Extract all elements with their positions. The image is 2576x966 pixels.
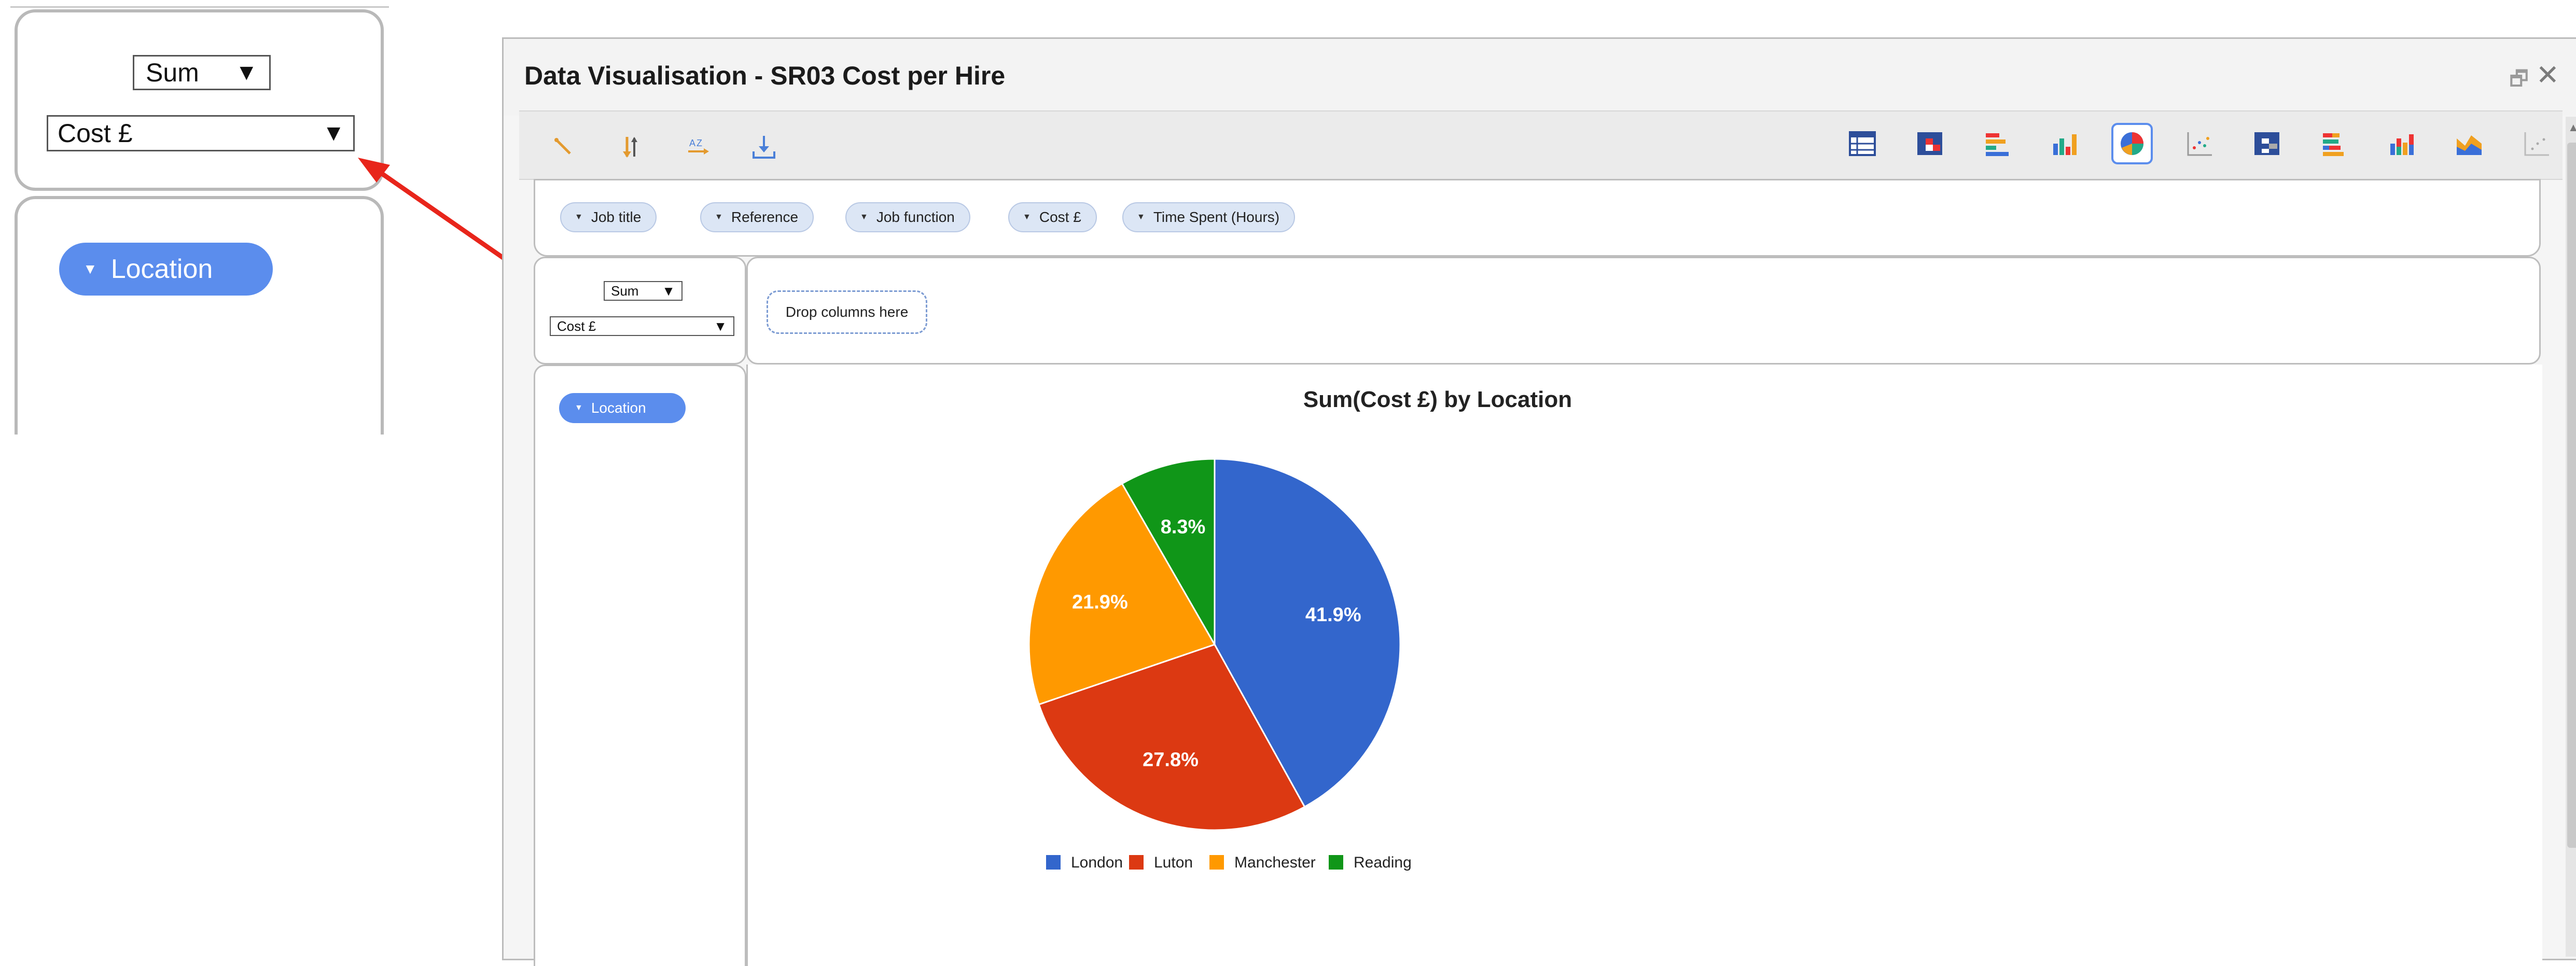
svg-text:Z: Z bbox=[697, 138, 702, 148]
attribute-pill-reference[interactable]: ▼ Reference bbox=[700, 202, 814, 232]
attribute-pill-job-title[interactable]: ▼ Job title bbox=[560, 202, 657, 232]
table-heatmap-icon[interactable] bbox=[2246, 123, 2288, 164]
slice-label: 8.3% bbox=[1161, 516, 1206, 538]
restore-icon[interactable]: 🗗 bbox=[2509, 64, 2529, 99]
caret-down-icon: ▼ bbox=[715, 213, 723, 221]
caret-down-icon: ▼ bbox=[575, 213, 583, 221]
attribute-pill-label: Reference bbox=[731, 209, 799, 225]
sort-az-icon[interactable]: AZ bbox=[677, 129, 718, 165]
scrollbar-thumb[interactable] bbox=[2567, 143, 2576, 848]
table-icon[interactable] bbox=[1842, 123, 1883, 164]
attribute-pill-label: Cost £ bbox=[1039, 209, 1081, 225]
dropdown-arrow-icon: ▼ bbox=[662, 283, 675, 299]
value-field-value: Cost £ bbox=[557, 318, 596, 334]
legend-swatch bbox=[1329, 855, 1343, 870]
toolbar: AZ bbox=[519, 110, 2563, 180]
zoom-value-field-select[interactable]: Cost £ ▼ bbox=[47, 115, 355, 151]
attribute-pill-label: Job title bbox=[591, 209, 642, 225]
aggregator-select[interactable]: Sum ▼ bbox=[604, 281, 683, 301]
vertical-scrollbar[interactable]: ▲ bbox=[2566, 117, 2576, 957]
scatter-plot-icon[interactable] bbox=[2516, 123, 2557, 164]
data-visualisation-window: Data Visualisation - SR03 Cost per Hire … bbox=[502, 37, 2576, 966]
slice-label: 27.8% bbox=[1143, 749, 1199, 771]
unused-attributes-panel: ▼ Job title ▼ Reference ▼ Job function ▼… bbox=[534, 179, 2541, 257]
legend-swatch bbox=[1046, 855, 1061, 870]
aggregator-panel: Sum ▼ Cost £ ▼ bbox=[534, 257, 746, 365]
stacked-bar-icon[interactable] bbox=[2381, 123, 2422, 164]
legend-item: Luton bbox=[1154, 854, 1193, 871]
toolbar-actions: AZ bbox=[544, 129, 785, 165]
row-pill-label: Location bbox=[591, 400, 646, 416]
zoom-value-field-value: Cost £ bbox=[58, 119, 133, 148]
caret-down-icon: ▼ bbox=[575, 403, 583, 412]
caret-down-icon: ▼ bbox=[860, 213, 868, 221]
horizontal-bar-icon[interactable] bbox=[1976, 123, 2018, 164]
row-pill-location[interactable]: ▼ Location bbox=[559, 393, 686, 423]
pie-chart: Sum(Cost £) by Location 41.9% 27.8% 21.9% 8.… bbox=[1028, 387, 1572, 871]
chart-type-buttons bbox=[1842, 123, 2557, 164]
callout-divider bbox=[10, 6, 389, 8]
chart-title: Sum(Cost £) by Location bbox=[1303, 387, 1572, 412]
stacked-horizontal-bar-icon[interactable] bbox=[2314, 123, 2355, 164]
legend-swatch bbox=[1209, 855, 1224, 870]
zoom-row-pill-location[interactable]: ▼ Location bbox=[59, 243, 273, 296]
area-chart-icon[interactable] bbox=[2448, 123, 2490, 164]
caret-down-icon: ▼ bbox=[83, 261, 98, 277]
legend-item: London bbox=[1071, 854, 1123, 871]
zoom-rows-panel: ▼ Location bbox=[15, 196, 384, 435]
slice-label: 41.9% bbox=[1305, 604, 1361, 626]
caret-down-icon: ▼ bbox=[1137, 213, 1145, 221]
window-title: Data Visualisation - SR03 Cost per Hire bbox=[524, 61, 1006, 90]
aggregator-value: Sum bbox=[611, 283, 639, 299]
scatter-icon[interactable] bbox=[2179, 123, 2220, 164]
clear-icon[interactable] bbox=[544, 129, 586, 165]
attribute-pill-time-spent[interactable]: ▼ Time Spent (Hours) bbox=[1122, 202, 1296, 232]
zoom-aggregator-value: Sum bbox=[146, 58, 199, 87]
svg-text:A: A bbox=[689, 138, 695, 148]
dropdown-arrow-icon: ▼ bbox=[714, 318, 727, 334]
dropdown-arrow-icon: ▼ bbox=[235, 60, 258, 85]
attribute-pill-cost[interactable]: ▼ Cost £ bbox=[1008, 202, 1097, 232]
sort-icon[interactable] bbox=[610, 129, 652, 165]
attribute-pill-job-function[interactable]: ▼ Job function bbox=[845, 202, 970, 232]
scroll-up-icon[interactable]: ▲ bbox=[2568, 121, 2576, 134]
attribute-pill-label: Time Spent (Hours) bbox=[1153, 209, 1280, 225]
window-controls: 🗗 ✕ bbox=[2509, 60, 2559, 99]
legend-swatch bbox=[1129, 855, 1144, 870]
attribute-pill-label: Job function bbox=[876, 209, 955, 225]
columns-panel: Drop columns here bbox=[746, 257, 2541, 365]
zoom-aggregator-select[interactable]: Sum ▼ bbox=[133, 55, 271, 90]
download-icon[interactable] bbox=[743, 129, 785, 165]
value-field-select[interactable]: Cost £ ▼ bbox=[550, 316, 734, 336]
columns-drop-zone[interactable]: Drop columns here bbox=[767, 290, 927, 334]
legend-item: Manchester bbox=[1234, 854, 1316, 871]
caret-down-icon: ▼ bbox=[1023, 213, 1031, 221]
zoom-aggregator-panel: Sum ▼ Cost £ ▼ bbox=[15, 9, 384, 191]
close-icon[interactable]: ✕ bbox=[2536, 59, 2559, 99]
heatmap-icon[interactable] bbox=[1909, 123, 1951, 164]
window-titlebar: Data Visualisation - SR03 Cost per Hire … bbox=[504, 39, 2576, 116]
legend-item: Reading bbox=[1354, 854, 1412, 871]
dropdown-arrow-icon: ▼ bbox=[322, 120, 345, 146]
slice-label: 21.9% bbox=[1072, 592, 1128, 613]
chart-area: Sum(Cost £) by Location 41.9% 27.8% 21.9% 8.… bbox=[746, 365, 2542, 966]
pie-chart-icon[interactable] bbox=[2111, 123, 2153, 164]
bar-chart-icon[interactable] bbox=[2044, 123, 2085, 164]
zoom-row-pill-label: Location bbox=[110, 254, 213, 284]
rows-panel: ▼ Location bbox=[534, 365, 746, 966]
zoom-callout: Sum ▼ Cost £ ▼ ▼ Location bbox=[0, 0, 394, 435]
